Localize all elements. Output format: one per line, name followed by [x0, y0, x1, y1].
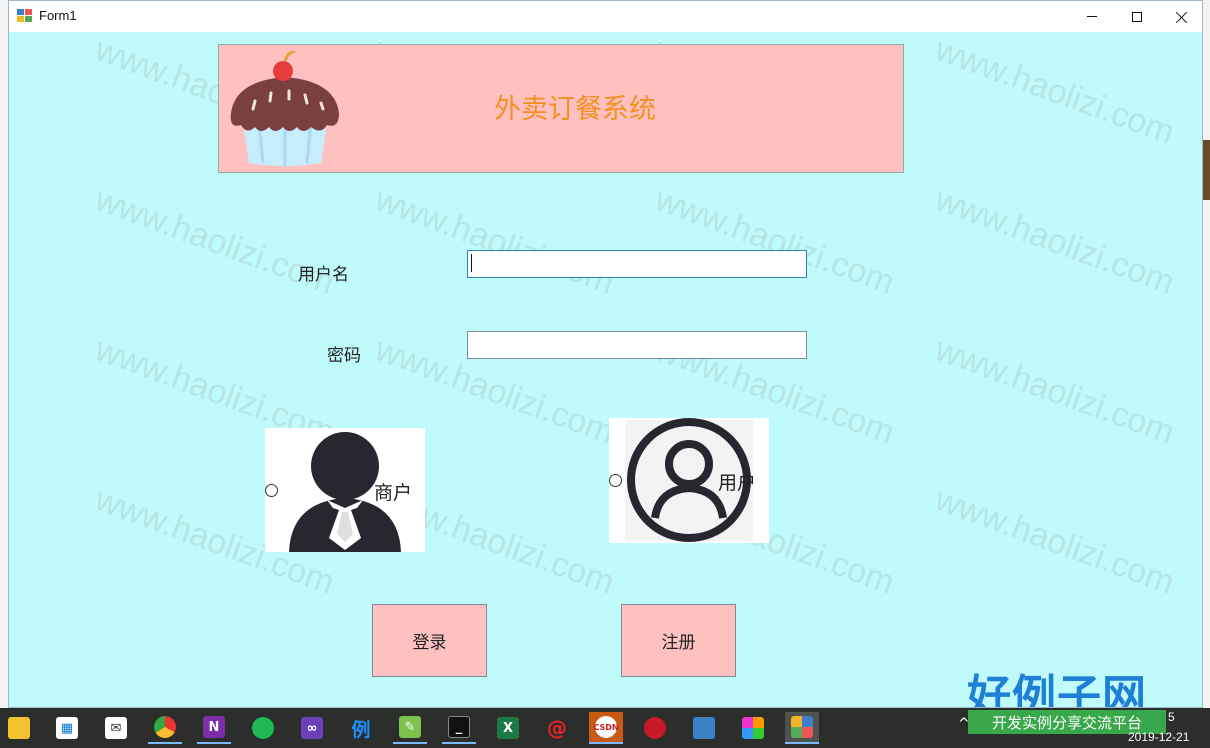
desktop-thumbnail: [1202, 140, 1210, 200]
maximize-button[interactable]: [1114, 1, 1160, 32]
user-label[interactable]: 用户: [718, 468, 756, 495]
user-radio[interactable]: [609, 474, 622, 487]
register-button[interactable]: 注册: [621, 604, 736, 677]
onenote-icon: N: [203, 716, 225, 738]
excel-icon: X: [497, 717, 519, 739]
password-label: 密码: [327, 346, 361, 366]
watermark-text: www.haolizi.com: [930, 330, 1180, 452]
minimize-icon: [1087, 16, 1097, 17]
cupcake-icon: [230, 51, 339, 167]
watermark-text: www.haolizi.com: [930, 30, 1180, 152]
watermark-text: www.haolizi.com: [370, 180, 620, 302]
brand-watermark: 好例子网: [967, 671, 1147, 708]
header-banner: 外卖订餐系统: [218, 44, 904, 173]
minimize-button[interactable]: [1069, 1, 1115, 32]
banner-title: 外卖订餐系统: [494, 94, 656, 125]
visual-studio-taskbar-button[interactable]: ∞: [295, 712, 329, 744]
form-app-icon: [791, 716, 813, 738]
csdn-taskbar-button[interactable]: CSDN: [589, 712, 623, 744]
red-app-taskbar-button[interactable]: @: [540, 712, 574, 744]
li-app-taskbar-button[interactable]: 例: [344, 712, 378, 744]
text-caret: [471, 254, 472, 272]
form-app-taskbar-button[interactable]: [785, 712, 819, 744]
chrome-icon: [154, 716, 176, 738]
form-window: Form1 www.haolizi.com www.haolizi.com ww…: [8, 0, 1203, 708]
password-input[interactable]: [467, 331, 807, 359]
notepad-taskbar-button[interactable]: ✎: [393, 712, 427, 744]
tray-date[interactable]: 2019-12-21: [1128, 730, 1189, 744]
red-circle-app-taskbar-button[interactable]: [638, 712, 672, 744]
login-button[interactable]: 登录: [372, 604, 487, 677]
onenote-taskbar-button[interactable]: N: [197, 712, 231, 744]
app-icon[interactable]: [17, 9, 33, 23]
file-explorer-taskbar-button[interactable]: [2, 712, 36, 744]
maximize-icon: [1132, 11, 1142, 22]
tray-clock[interactable]: 5: [1168, 710, 1175, 724]
username-input[interactable]: [467, 250, 807, 278]
green-circle-icon: [252, 717, 274, 739]
taskbar: ▦ ✉ N ∞ 例 ✎ _ X @ CSDN ^ 开发实例分享交流平台 5 20…: [0, 708, 1210, 748]
color-app-taskbar-button[interactable]: [736, 712, 770, 744]
close-icon: [1176, 11, 1188, 23]
red-swirl-icon: @: [547, 716, 567, 740]
li-character-icon: 例: [351, 718, 371, 741]
red-circle-icon: [644, 717, 666, 739]
merchant-label[interactable]: 商户: [374, 478, 412, 505]
merchant-radio[interactable]: [265, 484, 278, 497]
mail-taskbar-button[interactable]: ✉: [99, 712, 133, 744]
notepad-icon: ✎: [399, 716, 421, 738]
folder-icon: [8, 717, 30, 739]
excel-taskbar-button[interactable]: X: [491, 712, 525, 744]
close-button[interactable]: [1159, 1, 1202, 32]
watermark-text: www.haolizi.com: [650, 180, 900, 302]
desktop-right-strip: [1202, 0, 1210, 708]
watermark-text: www.haolizi.com: [930, 480, 1180, 602]
watermark-text: www.haolizi.com: [930, 180, 1180, 302]
mail-icon: ✉: [105, 717, 127, 739]
form-client-area: www.haolizi.com www.haolizi.com www.haol…: [9, 30, 1202, 708]
title-bar[interactable]: Form1: [9, 1, 1202, 32]
terminal-icon: _: [448, 716, 470, 738]
terminal-taskbar-button[interactable]: _: [442, 712, 476, 744]
store-taskbar-button[interactable]: ▦: [50, 712, 84, 744]
store-bag-icon: ▦: [56, 717, 78, 739]
ide-app-taskbar-button[interactable]: [687, 712, 721, 744]
window-title: Form1: [39, 8, 77, 23]
ide-icon: [693, 717, 715, 739]
csdn-icon: CSDN: [593, 716, 619, 738]
green-app-taskbar-button[interactable]: [246, 712, 280, 744]
username-label: 用户名: [298, 265, 349, 285]
visual-studio-icon: ∞: [301, 717, 323, 739]
chrome-taskbar-button[interactable]: [148, 712, 182, 744]
color-grid-icon: [742, 717, 764, 739]
